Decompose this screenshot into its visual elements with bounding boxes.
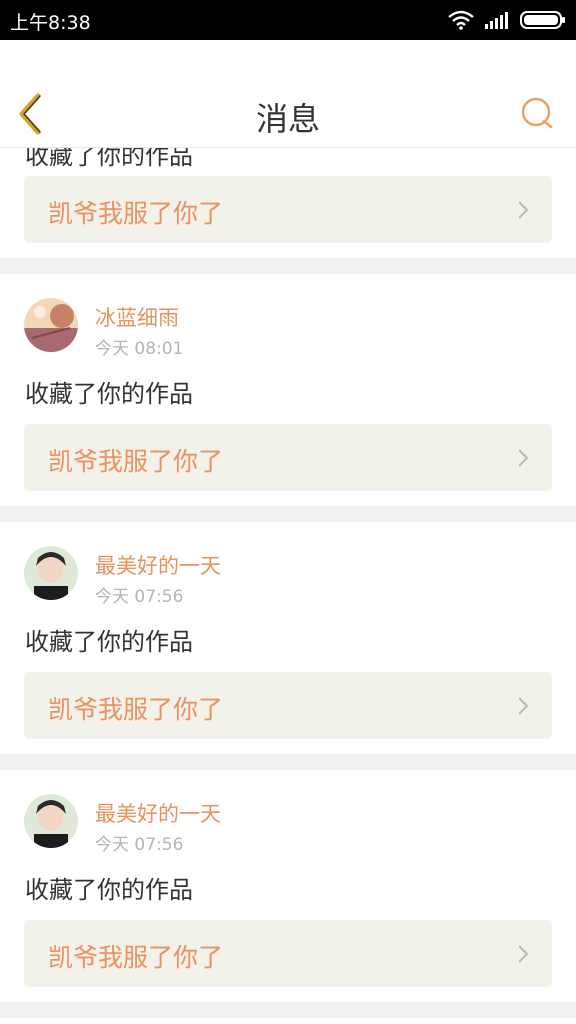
app-header: 消息 (0, 40, 576, 148)
chevron-right-icon (518, 945, 529, 963)
work-title: 凯爷我服了你了 (48, 695, 224, 724)
status-time: 上午8:38 (10, 12, 91, 34)
message-card: 最美好的一天 今天 07:56 收藏了你的作品 凯爷我服了你了 (0, 770, 576, 1002)
message-action: 收藏了你的作品 (25, 628, 193, 656)
work-title: 凯爷我服了你了 (48, 943, 224, 972)
message-action: 收藏了你的作品 (25, 380, 193, 408)
avatar[interactable] (24, 298, 78, 352)
chat-button[interactable] (520, 96, 554, 130)
signal-icon (485, 12, 508, 29)
message-action: 收藏了你的作品 (25, 876, 193, 904)
user-name[interactable]: 最美好的一天 (95, 550, 221, 580)
avatar[interactable] (24, 794, 78, 848)
work-link[interactable]: 凯爷我服了你了 (24, 176, 552, 243)
user-name[interactable]: 最美好的一天 (95, 798, 221, 828)
message-card: 最美好的一天 今天 07:56 收藏了你的作品 凯爷我服了你了 (0, 522, 576, 754)
work-link[interactable]: 凯爷我服了你了 (24, 920, 552, 987)
message-action: 收藏了你的作品 (25, 148, 193, 170)
user-name[interactable]: 冰蓝细雨 (95, 302, 179, 332)
work-link[interactable]: 凯爷我服了你了 (24, 672, 552, 739)
work-title: 凯爷我服了你了 (48, 447, 224, 476)
status-icons (448, 9, 566, 31)
message-time: 今天 07:56 (95, 835, 184, 855)
battery-icon (520, 11, 565, 29)
message-card: 冰蓝细雨 今天 08:01 收藏了你的作品 凯爷我服了你了 (0, 274, 576, 506)
work-link[interactable]: 凯爷我服了你了 (24, 424, 552, 491)
status-bar: 上午8:38 (0, 0, 576, 40)
chevron-right-icon (518, 697, 529, 715)
avatar[interactable] (24, 546, 78, 600)
chevron-right-icon (518, 201, 529, 219)
message-card: 收藏了你的作品 凯爷我服了你了 (0, 148, 576, 258)
message-card (0, 1018, 576, 1024)
work-title: 凯爷我服了你了 (48, 199, 224, 228)
message-time: 今天 07:56 (95, 587, 184, 607)
chevron-right-icon (518, 449, 529, 467)
page-title: 消息 (255, 100, 320, 138)
chat-bubble-icon (521, 97, 553, 129)
message-time: 今天 08:01 (95, 339, 184, 359)
message-list[interactable]: 收藏了你的作品 凯爷我服了你了 冰蓝细雨 今天 08:01 收藏了你的作品 凯爷… (0, 148, 576, 1024)
wifi-icon (448, 10, 474, 30)
